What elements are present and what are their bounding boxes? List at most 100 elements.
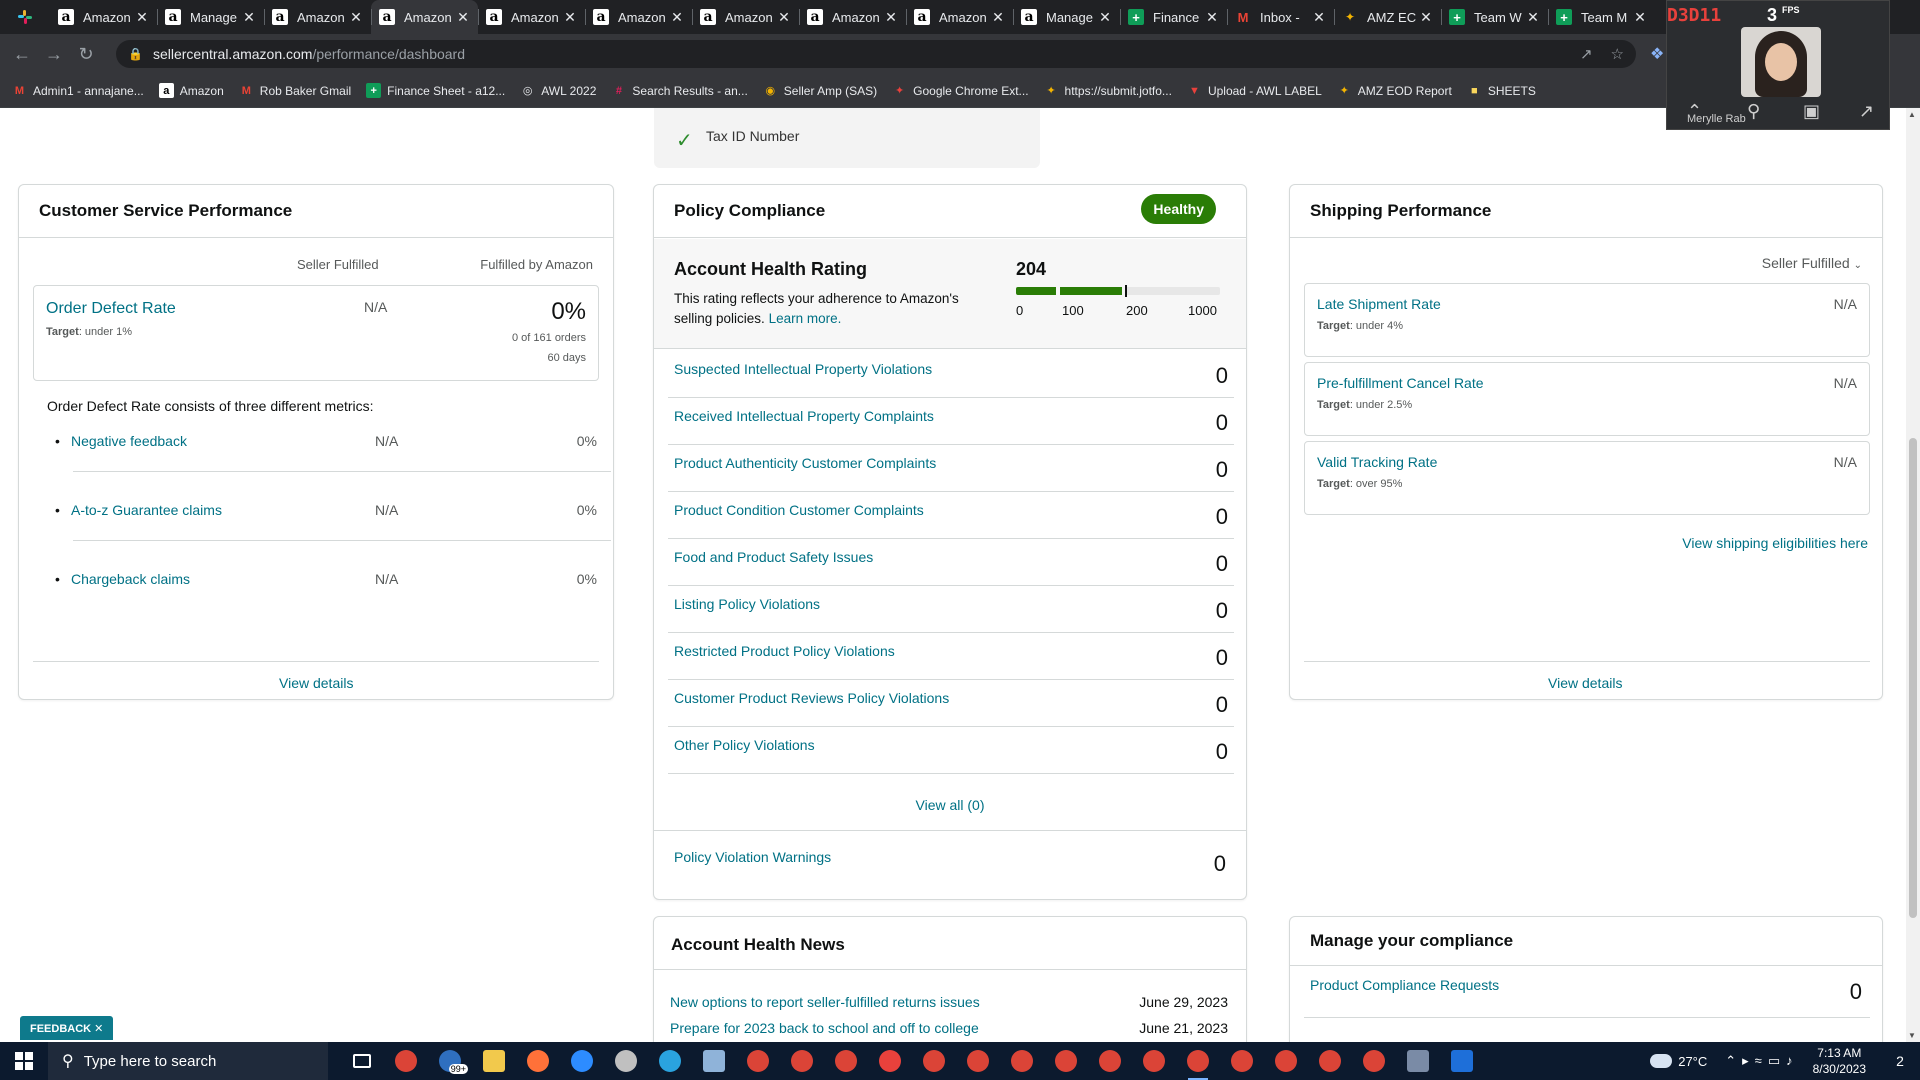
star-icon[interactable]: ☆ — [1611, 45, 1624, 63]
close-tab-icon[interactable]: ✕ — [1419, 9, 1433, 26]
browser-tab[interactable]: a Amazon ✕ — [478, 0, 585, 34]
browser-tab[interactable]: a Manage ✕ — [1013, 0, 1120, 34]
bookmark-item[interactable]: ◉ Seller Amp (SAS) — [763, 83, 877, 98]
close-tab-icon[interactable]: ✕ — [135, 9, 149, 26]
zoom-icon[interactable] — [564, 1042, 600, 1080]
extension-icon[interactable]: ❖ — [1650, 44, 1664, 64]
browser-tab[interactable]: + Team M ✕ — [1548, 0, 1655, 34]
feedback-button[interactable]: FEEDBACK ✕ — [20, 1016, 114, 1040]
bookmark-item[interactable]: ■ SHEETS — [1467, 83, 1536, 98]
chrome-icon[interactable] — [1048, 1042, 1084, 1080]
browser-tab[interactable]: a Amazon ✕ — [50, 0, 157, 34]
policy-row-link[interactable]: Received Intellectual Property Complaint… — [674, 408, 934, 424]
view-details-link[interactable]: View details — [279, 675, 353, 691]
wps-icon[interactable] — [872, 1042, 908, 1080]
close-tab-icon[interactable]: ✕ — [670, 9, 684, 26]
file-explorer-icon[interactable] — [476, 1042, 512, 1080]
metric-link[interactable]: Chargeback claims — [71, 571, 190, 587]
shipping-eligibilities-link[interactable]: View shipping eligibilities here — [1682, 535, 1868, 551]
chrome-icon[interactable] — [828, 1042, 864, 1080]
browser-tab[interactable]: a Amazon ✕ — [799, 0, 906, 34]
bookmark-item[interactable]: # Search Results - an... — [611, 83, 748, 98]
browser-tab[interactable]: a Amazon ✕ — [692, 0, 799, 34]
browser-tab[interactable]: a Amazon ✕ — [264, 0, 371, 34]
chrome-icon[interactable] — [1092, 1042, 1128, 1080]
camera-off-icon[interactable]: ▣ — [1803, 101, 1820, 122]
windows-start-icon[interactable] — [0, 1042, 48, 1080]
notification-icon[interactable]: 2 — [1880, 1042, 1920, 1080]
browser-tab[interactable]: + Team W ✕ — [1441, 0, 1548, 34]
scroll-down-icon[interactable]: ▼ — [1908, 1031, 1916, 1040]
calculator-icon[interactable] — [1400, 1042, 1436, 1080]
r-app-icon[interactable] — [1444, 1042, 1480, 1080]
close-tab-icon[interactable]: ✕ — [456, 9, 470, 26]
browser-tab[interactable]: + Finance ✕ — [1120, 0, 1227, 34]
chrome-icon[interactable] — [1136, 1042, 1172, 1080]
close-tab-icon[interactable]: ✕ — [777, 9, 791, 26]
fulfillment-selector[interactable]: Seller Fulfilled ⌄ — [1762, 255, 1862, 271]
forward-icon[interactable]: → — [40, 40, 68, 68]
bookmark-item[interactable]: ✦ https://submit.jotfo... — [1044, 83, 1172, 98]
browser-tab[interactable]: a Amazon ✕ — [371, 0, 478, 34]
bookmark-item[interactable]: M Rob Baker Gmail — [239, 83, 351, 98]
policy-violation-warnings-link[interactable]: Policy Violation Warnings — [674, 849, 831, 865]
view-details-link[interactable]: View details — [1548, 675, 1622, 691]
close-tab-icon[interactable]: ✕ — [242, 9, 256, 26]
chrome-icon[interactable] — [1180, 1042, 1216, 1080]
news-link[interactable]: New options to report seller-fulfilled r… — [670, 994, 980, 1010]
close-tab-icon[interactable]: ✕ — [991, 9, 1005, 26]
metric-link[interactable]: Negative feedback — [71, 433, 187, 449]
browser-tab[interactable]: M Inbox - ✕ — [1227, 0, 1334, 34]
telegram-icon[interactable] — [652, 1042, 688, 1080]
policy-row-link[interactable]: Other Policy Violations — [674, 737, 815, 753]
policy-row-link[interactable]: Product Condition Customer Complaints — [674, 502, 924, 518]
view-all-link[interactable]: View all (0) — [654, 797, 1246, 813]
bookmark-item[interactable]: M Admin1 - annajane... — [12, 83, 144, 98]
policy-row-link[interactable]: Product Authenticity Customer Complaints — [674, 455, 936, 471]
policy-row-link[interactable]: Suspected Intellectual Property Violatio… — [674, 361, 932, 377]
policy-row-link[interactable]: Restricted Product Policy Violations — [674, 643, 895, 659]
bookmark-item[interactable]: ✦ Google Chrome Ext... — [892, 83, 1029, 98]
chrome-icon[interactable] — [1224, 1042, 1260, 1080]
bookmark-item[interactable]: + Finance Sheet - a12... — [366, 83, 505, 98]
policy-row-link[interactable]: Food and Product Safety Issues — [674, 549, 873, 565]
chrome-icon[interactable] — [388, 1042, 424, 1080]
notepad-icon[interactable] — [696, 1042, 732, 1080]
chrome-icon[interactable] — [1312, 1042, 1348, 1080]
close-tab-icon[interactable]: ✕ — [1633, 9, 1647, 26]
close-tab-icon[interactable]: ✕ — [1205, 9, 1219, 26]
task-view-icon[interactable] — [344, 1042, 380, 1080]
chrome-icon[interactable] — [740, 1042, 776, 1080]
close-tab-icon[interactable]: ✕ — [1098, 9, 1112, 26]
close-tab-icon[interactable]: ✕ — [1526, 9, 1540, 26]
shipping-metric-link[interactable]: Valid Tracking Rate — [1317, 454, 1437, 470]
browser-tab[interactable]: a Manage ✕ — [157, 0, 264, 34]
scroll-up-icon[interactable]: ▲ — [1908, 110, 1916, 119]
metric-link[interactable]: A-to-z Guarantee claims — [71, 502, 222, 518]
bookmark-item[interactable]: ▼ Upload - AWL LABEL — [1187, 83, 1322, 98]
order-defect-rate-link[interactable]: Order Defect Rate — [46, 300, 176, 318]
bookmark-item[interactable]: a Amazon — [158, 83, 224, 98]
popout-icon[interactable]: ↗ — [1859, 101, 1874, 122]
firefox-icon[interactable] — [520, 1042, 556, 1080]
bookmark-item[interactable]: ◎ AWL 2022 — [520, 83, 596, 98]
slack-icon[interactable] — [0, 0, 50, 34]
address-bar[interactable]: 🔒 sellercentral.amazon.com/performance/d… — [116, 40, 1636, 68]
weather-widget[interactable]: 27°C — [1650, 1054, 1707, 1069]
policy-row-link[interactable]: Listing Policy Violations — [674, 596, 820, 612]
mail-icon[interactable]: 99+ — [432, 1042, 468, 1080]
news-link[interactable]: Prepare for 2023 back to school and off … — [670, 1020, 979, 1036]
chrome-icon[interactable] — [1004, 1042, 1040, 1080]
close-tab-icon[interactable]: ✕ — [563, 9, 577, 26]
close-tab-icon[interactable]: ✕ — [884, 9, 898, 26]
close-tab-icon[interactable]: ✕ — [1312, 9, 1326, 26]
taskbar-search[interactable]: ⚲ Type here to search — [48, 1042, 328, 1080]
shipping-metric-link[interactable]: Pre-fulfillment Cancel Rate — [1317, 375, 1484, 391]
browser-tab[interactable]: a Amazon ✕ — [585, 0, 692, 34]
mic-off-icon[interactable]: ⚲ — [1747, 101, 1760, 122]
product-compliance-requests-link[interactable]: Product Compliance Requests — [1310, 977, 1499, 993]
chrome-icon[interactable] — [1356, 1042, 1392, 1080]
policy-row-link[interactable]: Customer Product Reviews Policy Violatio… — [674, 690, 949, 706]
back-icon[interactable]: ← — [8, 40, 36, 68]
system-icons[interactable]: ⌃▸≈▭♪ — [1725, 1053, 1798, 1069]
